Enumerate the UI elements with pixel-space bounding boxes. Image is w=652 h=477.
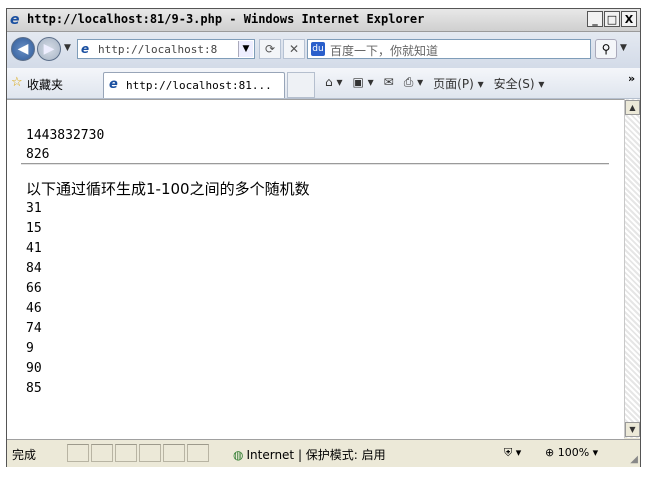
random-value: 826: [26, 147, 50, 162]
title-bar: e http://localhost:81/9-3.php - Windows …: [7, 9, 640, 32]
back-arrow-icon: ◀: [17, 41, 29, 57]
page-menu[interactable]: 页面(P) ▾: [433, 75, 483, 92]
more-chevron-icon[interactable]: »: [628, 72, 635, 85]
new-tab-button[interactable]: [287, 72, 315, 98]
stop-icon: ✕: [288, 42, 300, 56]
random-number: 66: [26, 281, 42, 296]
search-input[interactable]: 百度一下，你就知道: [330, 42, 438, 59]
stop-button[interactable]: ✕: [283, 39, 305, 59]
forward-button[interactable]: ▶: [37, 37, 61, 61]
timestamp-value: 1443832730: [26, 128, 105, 143]
page-menu-label: 页面(P): [433, 77, 474, 91]
status-bar: 完成 ◍ Internet | 保护模式: 启用 ⛨ ▾ ⊕ 100% ▾ ◢: [7, 439, 640, 467]
tab-title: http://localhost:81...: [126, 79, 272, 92]
status-cell: [163, 444, 185, 462]
random-number: 90: [26, 361, 42, 376]
search-box[interactable]: du 百度一下，你就知道: [307, 39, 591, 59]
print-button[interactable]: ⎙ ▾: [404, 75, 423, 92]
baidu-icon: du: [311, 42, 325, 56]
feeds-button[interactable]: ▣ ▾: [352, 75, 373, 92]
random-number: 15: [26, 221, 42, 236]
browser-tab[interactable]: e http://localhost:81...: [103, 72, 285, 98]
printer-icon: ⎙: [403, 75, 414, 89]
mail-button[interactable]: ✉: [384, 75, 394, 92]
close-button[interactable]: X: [621, 11, 637, 27]
address-dropdown-icon[interactable]: ▼: [238, 41, 253, 57]
address-bar[interactable]: e http://localhost:8 ▼: [77, 39, 255, 59]
random-number: 9: [26, 341, 34, 356]
divider: [21, 163, 609, 165]
security-zone[interactable]: ◍ Internet | 保护模式: 启用: [233, 446, 386, 463]
resize-grip-icon[interactable]: ◢: [630, 454, 638, 465]
favorites-bar: ☆ 收藏夹 e http://localhost:81... ⌂ ▾ ▣ ▾ ✉…: [7, 68, 640, 99]
zoom-control[interactable]: ⊕ 100% ▾: [545, 446, 598, 459]
random-number: 74: [26, 321, 42, 336]
page-content: 1443832730 826 以下通过循环生成1-100之间的多个随机数 31 …: [7, 99, 624, 439]
heading-text: 以下通过循环生成1-100之间的多个随机数: [26, 180, 310, 198]
address-input[interactable]: http://localhost:8: [98, 43, 233, 56]
status-text: 完成: [12, 448, 37, 462]
zoom-level: 100%: [557, 446, 590, 459]
scroll-up-icon[interactable]: ▲: [625, 100, 640, 115]
search-button[interactable]: ⚲: [595, 39, 617, 59]
window-title: http://localhost:81/9-3.php - Windows In…: [27, 12, 425, 26]
forward-arrow-icon: ▶: [43, 41, 55, 57]
back-button[interactable]: ◀: [11, 37, 35, 61]
favorites-star-icon: ☆: [11, 75, 23, 90]
zoom-icon: ⊕: [545, 446, 555, 459]
tab-page-icon: e: [109, 77, 118, 92]
safety-menu[interactable]: 安全(S) ▾: [494, 75, 545, 92]
history-dropdown-icon[interactable]: ▼: [64, 43, 71, 53]
home-button[interactable]: ⌂ ▾: [325, 75, 342, 92]
status-cell: [115, 444, 137, 462]
protected-mode-button[interactable]: ⛨ ▾: [504, 446, 521, 460]
random-number: 41: [26, 241, 42, 256]
random-number: 31: [26, 201, 42, 216]
address-toolbar: ◀ ▶ ▼ e http://localhost:8 ▼ ⟳ ✕ du 百度一下…: [7, 32, 640, 68]
status-cell: [187, 444, 209, 462]
status-cell: [67, 444, 89, 462]
refresh-icon: ⟳: [264, 42, 276, 56]
status-cell: [91, 444, 113, 462]
safety-menu-label: 安全(S): [493, 77, 535, 91]
search-options-dropdown-icon[interactable]: ▼: [620, 43, 627, 53]
favorites-button[interactable]: 收藏夹: [27, 76, 63, 93]
browser-window: e http://localhost:81/9-3.php - Windows …: [6, 8, 641, 467]
search-icon: ⚲: [601, 42, 611, 56]
vertical-scrollbar[interactable]: ▲ ▼: [624, 99, 640, 438]
home-icon: ⌂: [325, 75, 333, 89]
shield-icon: ⛨: [504, 446, 513, 459]
random-number: 84: [26, 261, 42, 276]
random-number: 46: [26, 301, 42, 316]
page-icon: e: [81, 42, 90, 56]
mail-icon: ✉: [383, 75, 394, 89]
globe-icon: ◍: [233, 448, 244, 462]
ie-logo-icon: e: [10, 12, 20, 28]
maximize-button[interactable]: □: [604, 11, 620, 27]
random-number: 85: [26, 381, 42, 396]
command-bar: ⌂ ▾ ▣ ▾ ✉ ⎙ ▾ 页面(P) ▾ 安全(S) ▾: [325, 75, 544, 92]
refresh-button[interactable]: ⟳: [259, 39, 281, 59]
status-cell: [139, 444, 161, 462]
zone-label: Internet | 保护模式: 启用: [246, 448, 386, 462]
minimize-button[interactable]: _: [587, 11, 603, 27]
rss-icon: ▣: [352, 75, 364, 89]
scroll-down-icon[interactable]: ▼: [625, 422, 640, 437]
